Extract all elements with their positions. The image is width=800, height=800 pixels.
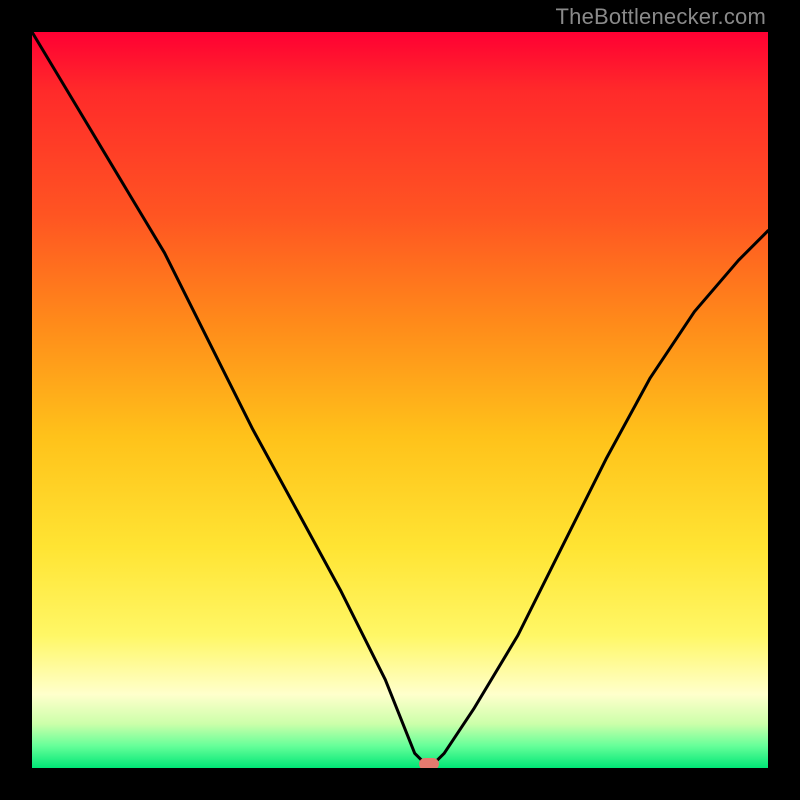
optimal-point-marker (419, 758, 439, 768)
chart-frame: TheBottlenecker.com (0, 0, 800, 800)
bottleneck-curve (32, 32, 768, 768)
plot-area (32, 32, 768, 768)
watermark-text: TheBottlenecker.com (556, 4, 766, 30)
